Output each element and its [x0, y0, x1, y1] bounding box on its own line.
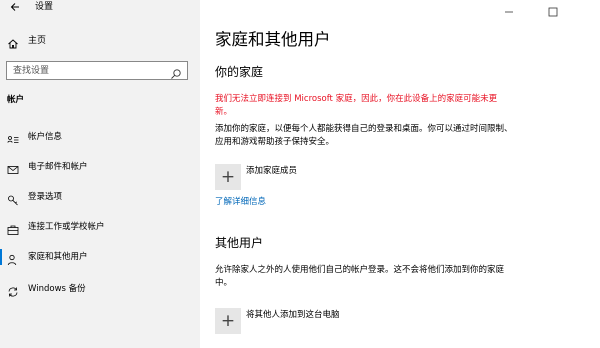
sidebar-item-label: Windows 备份 [28, 284, 86, 294]
sidebar-item-account-info[interactable]: 帐户信息 [0, 126, 200, 148]
family-description: 添加你的家庭，以便每个人都能获得自己的登录和桌面。你可以通过时间限制、应用和游戏… [215, 124, 513, 147]
back-arrow-icon[interactable] [9, 1, 21, 13]
sidebar-item-label: 帐户信息 [28, 132, 63, 142]
other-users-heading: 其他用户 [215, 236, 264, 250]
sidebar-item-label: 登录选项 [28, 192, 63, 202]
sidebar-item-label: 连接工作或学校帐户 [28, 222, 105, 232]
account-info-icon [7, 131, 19, 143]
app-title: 设置 [35, 2, 54, 12]
maximize-icon[interactable] [548, 2, 558, 17]
page-title: 家庭和其他用户 [215, 30, 331, 49]
sidebar-item-work-school[interactable]: 连接工作或学校帐户 [0, 216, 200, 238]
content-pane: 家庭和其他用户 你的家庭 我们无法立即连接到 Microsoft 家庭，因此，你… [200, 0, 600, 348]
search-placeholder: 查找设置 [13, 66, 50, 76]
briefcase-icon [7, 221, 19, 235]
search-input[interactable]: 查找设置 [6, 61, 188, 80]
sync-icon [7, 283, 19, 297]
home-label: 主页 [28, 36, 47, 46]
key-icon [7, 191, 19, 206]
home-icon [7, 35, 19, 49]
family-heading: 你的家庭 [215, 65, 264, 79]
add-family-member-button[interactable]: + [215, 164, 241, 190]
section-title: 帐户 [7, 95, 25, 105]
sidebar-item-label: 家庭和其他用户 [28, 252, 88, 262]
sidebar-item-family[interactable]: 家庭和其他用户 [0, 246, 200, 268]
mail-icon [7, 161, 19, 174]
add-other-user-label[interactable]: 将其他人添加到这台电脑 [246, 309, 340, 321]
error-message: 我们无法立即连接到 Microsoft 家庭，因此，你在此设备上的家庭可能未更新… [215, 94, 498, 117]
search-icon[interactable] [170, 65, 182, 79]
plus-icon: + [220, 311, 236, 331]
sidebar-item-sign-in[interactable]: 登录选项 [0, 186, 200, 208]
person-icon [7, 251, 19, 266]
add-other-user-button[interactable]: + [215, 308, 241, 334]
sidebar-item-label: 电子邮件和帐户 [28, 162, 88, 172]
plus-icon: + [220, 167, 236, 187]
other-users-description: 允许除家人之外的人使用他们自己的帐户登录。这不会将他们添加到你的家庭中。 [215, 265, 505, 288]
add-family-member-label[interactable]: 添加家庭成员 [246, 165, 297, 177]
sidebar-item-home[interactable]: 主页 [0, 30, 200, 52]
sidebar: 设置 主页 查找设置 帐户 帐户信息 电子邮件和帐户 登录选项 连接工作或学校帐… [0, 0, 200, 348]
sidebar-item-email[interactable]: 电子邮件和帐户 [0, 156, 200, 178]
learn-more-link[interactable]: 了解详细信息 [215, 196, 266, 208]
sidebar-item-backup[interactable]: Windows 备份 [0, 278, 200, 300]
minimize-icon[interactable] [504, 2, 514, 13]
